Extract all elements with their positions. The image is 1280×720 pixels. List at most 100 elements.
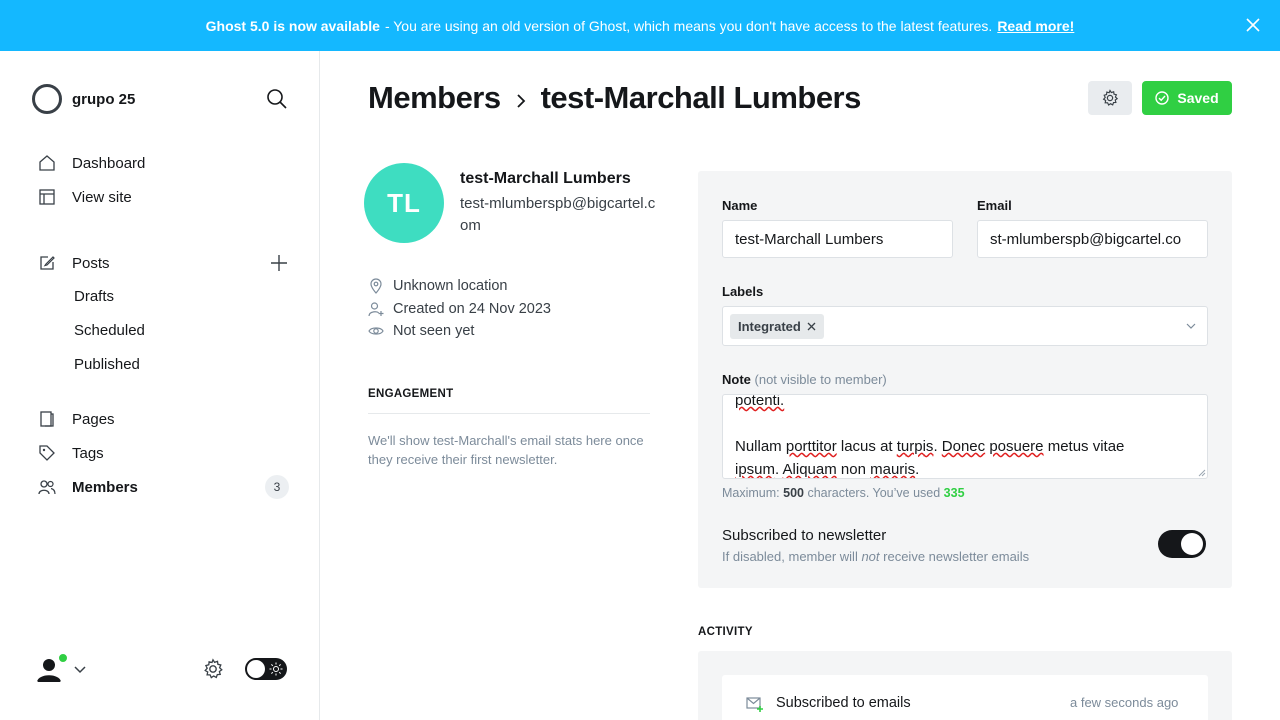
newsletter-desc-text: If disabled, member will bbox=[722, 549, 862, 564]
add-post-icon[interactable] bbox=[268, 252, 290, 274]
sidebar-item-label: Dashboard bbox=[72, 154, 146, 172]
note-text: Aliquam bbox=[782, 461, 837, 478]
members-icon bbox=[38, 480, 56, 495]
mail-plus-icon bbox=[746, 697, 763, 712]
save-button-label: Saved bbox=[1177, 90, 1219, 106]
save-button[interactable]: Saved bbox=[1142, 81, 1232, 115]
sidebar-item-dashboard[interactable]: Dashboard bbox=[38, 154, 145, 172]
resize-handle-icon[interactable] bbox=[1196, 467, 1206, 477]
gear-icon[interactable] bbox=[202, 658, 224, 680]
note-text: Donec bbox=[941, 438, 986, 455]
engagement-title: ENGAGEMENT bbox=[368, 388, 454, 400]
page-title: test-Marchall Lumbers bbox=[540, 80, 862, 115]
sidebar-item-label: Pages bbox=[72, 410, 115, 428]
note-text: porttitor bbox=[785, 438, 837, 455]
email-field[interactable]: st-mlumberspb@bigcartel.co bbox=[977, 220, 1208, 258]
sidebar-item-members[interactable]: Members bbox=[38, 478, 138, 496]
note-text: . bbox=[915, 461, 920, 478]
banner-message: - You are using an old version of Ghost,… bbox=[384, 17, 993, 34]
member-created: Created on 24 Nov 2023 bbox=[368, 301, 551, 317]
member-location: Unknown location bbox=[368, 278, 507, 294]
char-max-value: 500 bbox=[783, 486, 804, 500]
close-icon[interactable] bbox=[1244, 16, 1262, 34]
sidebar-item-scheduled[interactable]: Scheduled bbox=[74, 322, 145, 339]
note-line: Nullam porttitor lacus at turpis. Donec … bbox=[735, 435, 1195, 458]
toggle-knob bbox=[247, 660, 265, 678]
pages-icon bbox=[40, 411, 54, 427]
engagement-text: We'll show test-Marchall's email stats h… bbox=[368, 433, 644, 467]
member-last-seen: Not seen yet bbox=[368, 323, 474, 339]
char-count-text: Maximum: bbox=[722, 486, 784, 500]
toggle-knob bbox=[1181, 533, 1203, 555]
note-text: . bbox=[775, 461, 783, 478]
divider bbox=[368, 413, 650, 414]
label-chip-text: Integrated bbox=[738, 319, 801, 334]
breadcrumb: Members test-Marchall Lumbers bbox=[368, 80, 861, 116]
site-logo bbox=[32, 84, 62, 114]
site-name: grupo 25 bbox=[72, 90, 136, 108]
sidebar-item-drafts[interactable]: Drafts bbox=[74, 288, 114, 305]
newsletter-title: Subscribed to newsletter bbox=[722, 527, 887, 544]
eye-icon bbox=[368, 327, 384, 335]
note-text: turpis bbox=[896, 438, 934, 455]
sidebar-item-published[interactable]: Published bbox=[74, 356, 140, 373]
activity-text: Subscribed to emails bbox=[776, 695, 911, 711]
chevron-down-icon[interactable] bbox=[73, 662, 87, 676]
sun-icon bbox=[269, 662, 283, 676]
labels-label: Labels bbox=[722, 284, 764, 299]
activity-title: ACTIVITY bbox=[698, 626, 753, 638]
note-line: ipsum. Aliquam non mauris. bbox=[735, 458, 1195, 478]
sidebar-item-pages[interactable]: Pages bbox=[38, 410, 115, 428]
theme-toggle[interactable] bbox=[245, 658, 287, 680]
member-location-text: Unknown location bbox=[393, 278, 508, 294]
char-count-text: characters. You’ve used bbox=[803, 486, 944, 500]
note-label-hint: (not visible to member) bbox=[754, 372, 887, 387]
sidebar: grupo 25 Dashboard View site Posts Draft… bbox=[0, 51, 320, 720]
newsletter-toggle[interactable] bbox=[1158, 530, 1206, 558]
tag-icon bbox=[39, 445, 55, 461]
chevron-right-icon bbox=[516, 94, 525, 108]
sidebar-item-label: Posts bbox=[72, 254, 110, 272]
note-text: posuere bbox=[989, 438, 1044, 455]
sidebar-item-label: Tags bbox=[72, 444, 104, 462]
gear-icon bbox=[1102, 89, 1119, 106]
name-label: Name bbox=[722, 198, 758, 213]
banner-headline: Ghost 5.0 is now available bbox=[205, 17, 380, 34]
sidebar-item-posts[interactable]: Posts bbox=[38, 254, 110, 272]
member-email: test-mlumberspb@bigcartel.com bbox=[460, 195, 656, 234]
members-count-badge: 3 bbox=[265, 475, 289, 499]
name-field[interactable]: test-Marchall Lumbers bbox=[722, 220, 953, 258]
online-status-dot bbox=[58, 653, 68, 663]
note-text: mauris bbox=[870, 461, 916, 478]
note-text: lacus at bbox=[836, 438, 897, 455]
member-avatar: TL bbox=[364, 163, 444, 243]
sidebar-item-view-site[interactable]: View site bbox=[38, 188, 132, 206]
location-pin-icon bbox=[370, 278, 382, 294]
char-used-value: 335 bbox=[943, 486, 965, 500]
note-textarea[interactable]: potenti. Nullam porttitor lacus at turpi… bbox=[722, 394, 1208, 479]
newsletter-desc-text: receive newsletter emails bbox=[879, 549, 1030, 564]
layout-icon bbox=[39, 189, 55, 205]
close-icon[interactable] bbox=[807, 322, 816, 331]
member-created-text: Created on 24 Nov 2023 bbox=[393, 301, 551, 317]
member-seen-text: Not seen yet bbox=[393, 323, 475, 339]
note-text: non bbox=[836, 461, 871, 478]
search-icon[interactable] bbox=[266, 88, 288, 110]
user-add-icon bbox=[368, 302, 384, 317]
note-text: ipsum bbox=[735, 461, 776, 478]
newsletter-desc-emphasis: not bbox=[861, 549, 880, 564]
site-header[interactable]: grupo 25 bbox=[32, 84, 135, 114]
sidebar-item-tags[interactable]: Tags bbox=[38, 444, 104, 462]
note-text: Nullam bbox=[735, 438, 786, 455]
member-actions-button[interactable] bbox=[1088, 81, 1132, 115]
banner-read-more-link[interactable]: Read more! bbox=[997, 18, 1074, 34]
breadcrumb-members-link[interactable]: Members bbox=[368, 80, 501, 116]
labels-select[interactable]: Integrated bbox=[722, 306, 1208, 346]
note-label: Note (not visible to member) bbox=[722, 372, 887, 387]
note-label-text: Note bbox=[722, 372, 751, 387]
label-chip: Integrated bbox=[730, 314, 824, 339]
home-icon bbox=[39, 155, 55, 171]
check-circle-icon bbox=[1155, 91, 1170, 105]
activity-time: a few seconds ago bbox=[1070, 695, 1179, 710]
chevron-down-icon[interactable] bbox=[1185, 320, 1197, 332]
